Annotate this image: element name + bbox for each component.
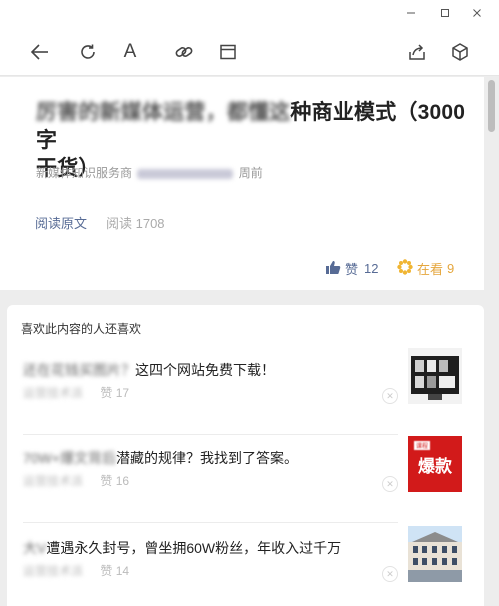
like-count: 赞 16 — [100, 474, 130, 488]
title-text: 遭遇永久封号，曾坐拥60W粉丝，年收入过千万 — [46, 540, 342, 556]
toolbar: A — [0, 28, 499, 76]
recommendations-panel: 喜欢此内容的人还喜欢 还在花钱买图片？这四个网站免费下载！ 运营技术派 赞 17… — [7, 305, 484, 606]
title-bar — [0, 0, 499, 28]
scrollbar-thumb[interactable] — [488, 80, 495, 132]
wow-label: 在看 — [417, 262, 444, 277]
like-count: 12 — [364, 261, 379, 276]
dismiss-icon[interactable]: ✕ — [382, 388, 398, 404]
source-redacted: 运营技术派 — [23, 564, 84, 578]
recommendation-title: 大V遭遇永久封号，曾坐拥60W粉丝，年收入过千万 — [23, 538, 398, 558]
meta-time: 周前 — [238, 166, 263, 180]
article-window: A 厉害的新媒体运营，都懂这种商业模式（3000字 干货） 新媒体知识服务商 周… — [0, 0, 499, 606]
article-card: 厉害的新媒体运营，都懂这种商业模式（3000字 干货） 新媒体知识服务商 周前 … — [0, 77, 484, 290]
thumbs-up-icon — [325, 260, 341, 278]
link-icon[interactable] — [172, 40, 196, 64]
recommendation-title: 70W+爆文背后潜藏的规律？我找到了答案。 — [23, 448, 398, 468]
thumbnail-image — [408, 348, 462, 404]
title-blurred-part: 厉害的新媒体运营， — [36, 101, 227, 124]
source-redacted: 运营技术派 — [23, 386, 84, 400]
title-text: 这四个网站免费下载！ — [135, 362, 275, 378]
font-size-icon[interactable]: A — [118, 40, 142, 64]
title-text: 潜藏的规律？我找到了答案。 — [115, 450, 298, 466]
source-redacted: 运营技术派 — [23, 474, 84, 488]
recommendation-meta: 运营技术派 赞 17 — [23, 384, 129, 401]
like-label: 赞 — [345, 262, 359, 277]
like-button[interactable]: 赞 12 — [325, 259, 378, 278]
title-blurred-part-2: 都懂这 — [226, 101, 291, 124]
wow-flower-icon — [397, 259, 413, 278]
divider — [23, 434, 398, 435]
like-count: 赞 17 — [100, 386, 130, 400]
dismiss-icon[interactable]: ✕ — [382, 566, 398, 582]
share-icon[interactable] — [405, 40, 429, 64]
title-redacted: 大V — [23, 540, 47, 556]
meta-redacted — [137, 168, 234, 179]
recommendations-heading: 喜欢此内容的人还喜欢 — [21, 322, 142, 336]
title-redacted: 还在花钱买图片？ — [23, 362, 135, 378]
wow-count: 9 — [447, 261, 455, 276]
window-icon[interactable] — [216, 40, 240, 64]
like-count: 赞 14 — [100, 564, 130, 578]
thumb-text: 爆款 — [418, 456, 452, 476]
recommendation-title: 还在花钱买图片？这四个网站免费下载！ — [23, 360, 398, 380]
wow-button[interactable]: 在看 9 — [397, 259, 454, 278]
back-arrow-icon[interactable] — [28, 40, 52, 64]
recommendation-item[interactable]: 大V遭遇永久封号，曾坐拥60W粉丝，年收入过千万 运营技术派 赞 14 ✕ — [7, 526, 484, 606]
recommendation-meta: 运营技术派 赞 14 — [23, 562, 129, 579]
title-redacted: 70W+爆文背后 — [23, 450, 116, 466]
recommendation-item[interactable]: 70W+爆文背后潜藏的规律？我找到了答案。 运营技术派 赞 16 ✕ 课程 爆款 — [7, 436, 484, 538]
article-meta: 新媒体知识服务商 周前 — [36, 164, 263, 181]
cube-icon[interactable] — [448, 40, 472, 64]
divider — [23, 522, 398, 523]
thumbnail-image — [408, 526, 462, 582]
minimize-icon[interactable] — [400, 4, 422, 22]
maximize-icon[interactable] — [434, 4, 456, 22]
read-count: 阅读 1708 — [106, 216, 165, 231]
close-icon[interactable] — [466, 4, 488, 22]
meta-source: 新媒体知识服务商 — [36, 166, 133, 180]
read-original-link[interactable]: 阅读原文 — [35, 213, 87, 232]
thumb-tag: 课程 — [414, 441, 431, 450]
thumbnail-image: 课程 爆款 — [408, 436, 462, 492]
dismiss-icon[interactable]: ✕ — [382, 476, 398, 492]
recommendation-meta: 运营技术派 赞 16 — [23, 472, 129, 489]
refresh-icon[interactable] — [76, 40, 100, 64]
font-size-label: A — [123, 41, 137, 62]
